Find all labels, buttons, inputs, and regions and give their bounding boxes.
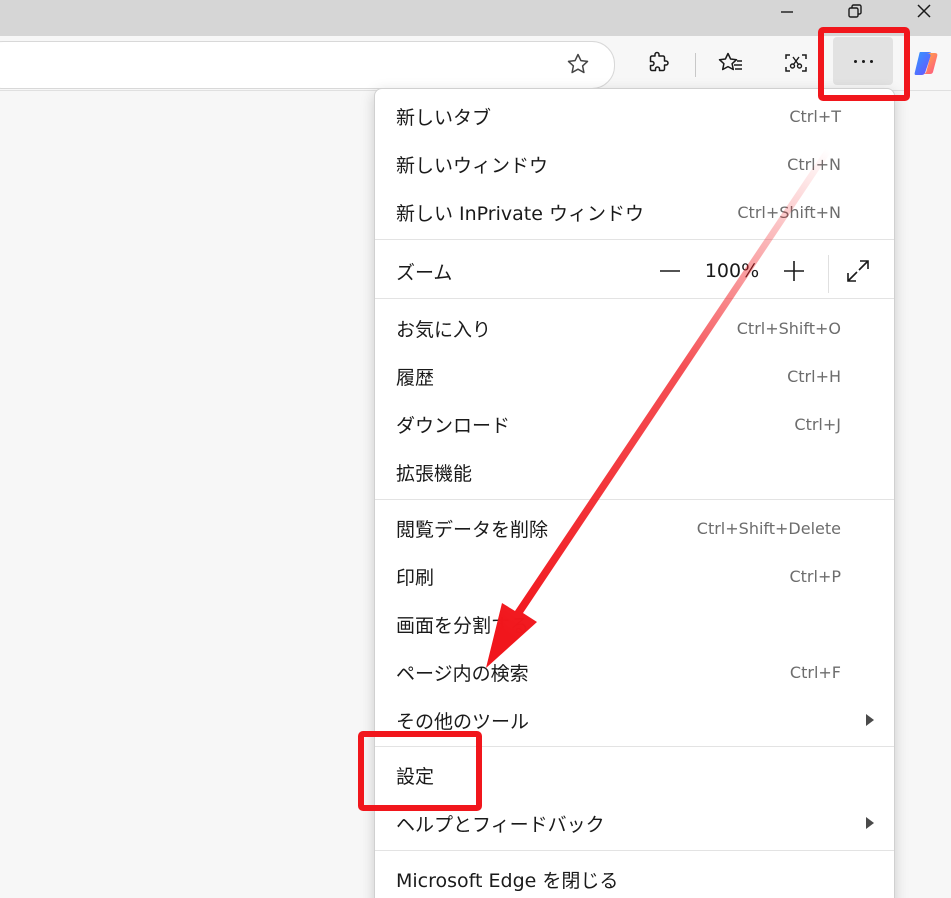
- annotation-arrow: [486, 148, 831, 668]
- browser-window: 新しいタブ Ctrl+T 新しいウィンドウ Ctrl+N 新しい InPriva…: [0, 0, 951, 898]
